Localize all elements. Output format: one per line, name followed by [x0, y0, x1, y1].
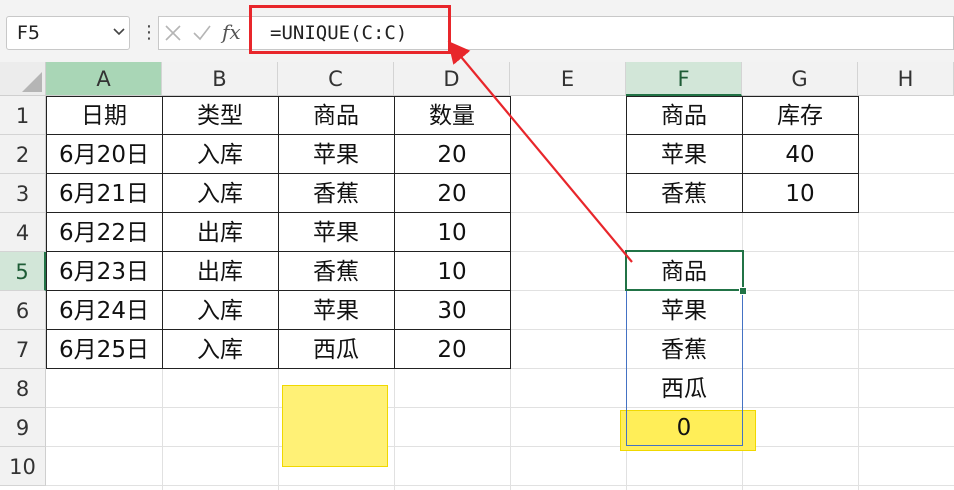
- cell-d7[interactable]: 20: [394, 330, 510, 369]
- cell-d3[interactable]: 20: [394, 174, 510, 213]
- cell-c5[interactable]: 香蕉: [278, 252, 394, 291]
- column-header-f[interactable]: F: [626, 62, 742, 96]
- column-header-g[interactable]: G: [742, 62, 858, 96]
- yellow-highlight-cell: [282, 385, 388, 467]
- cell-d6[interactable]: 30: [394, 291, 510, 330]
- cell-c1[interactable]: 商品: [278, 96, 394, 135]
- cell-a2[interactable]: 6月20日: [46, 135, 162, 174]
- cell-b2[interactable]: 入库: [162, 135, 278, 174]
- cell-a5[interactable]: 6月23日: [46, 252, 162, 291]
- row-header-2[interactable]: 2: [0, 135, 46, 174]
- cell-g3[interactable]: 10: [742, 174, 858, 213]
- cell-c2[interactable]: 苹果: [278, 135, 394, 174]
- cell-f5[interactable]: 商品: [626, 252, 742, 291]
- cell-a1[interactable]: 日期: [46, 96, 162, 135]
- chevron-down-icon[interactable]: [111, 24, 127, 40]
- insert-function-icon[interactable]: fx: [222, 20, 241, 44]
- row-header-5[interactable]: 5: [0, 252, 46, 291]
- cell-c3[interactable]: 香蕉: [278, 174, 394, 213]
- row-header-8[interactable]: 8: [0, 369, 46, 408]
- cell-b6[interactable]: 入库: [162, 291, 278, 330]
- row-header-1[interactable]: 1: [0, 96, 46, 135]
- column-header-c[interactable]: C: [278, 62, 394, 96]
- column-header-d[interactable]: D: [394, 62, 510, 96]
- formula-highlight-box: [249, 5, 451, 54]
- cell-d4[interactable]: 10: [394, 213, 510, 252]
- row-header-7[interactable]: 7: [0, 330, 46, 369]
- cell-d1[interactable]: 数量: [394, 96, 510, 135]
- cell-c7[interactable]: 西瓜: [278, 330, 394, 369]
- cell-a4[interactable]: 6月22日: [46, 213, 162, 252]
- cell-f8[interactable]: 西瓜: [626, 369, 742, 408]
- cell-b7[interactable]: 入库: [162, 330, 278, 369]
- cell-f3[interactable]: 香蕉: [626, 174, 742, 213]
- row-header-3[interactable]: 3: [0, 174, 46, 213]
- cell-b1[interactable]: 类型: [162, 96, 278, 135]
- more-options-icon[interactable]: ⋮: [140, 24, 158, 42]
- column-header-h[interactable]: H: [858, 62, 954, 96]
- confirm-icon[interactable]: [192, 24, 212, 42]
- cell-b4[interactable]: 出库: [162, 213, 278, 252]
- cell-a6[interactable]: 6月24日: [46, 291, 162, 330]
- cell-c6[interactable]: 苹果: [278, 291, 394, 330]
- cell-d2[interactable]: 20: [394, 135, 510, 174]
- cancel-icon[interactable]: [164, 24, 182, 42]
- cell-c4[interactable]: 苹果: [278, 213, 394, 252]
- cell-g1[interactable]: 库存: [742, 96, 858, 135]
- cell-f1[interactable]: 商品: [626, 96, 742, 135]
- select-all-icon[interactable]: [22, 72, 42, 92]
- cell-b5[interactable]: 出库: [162, 252, 278, 291]
- column-header-b[interactable]: B: [162, 62, 278, 96]
- cell-f2[interactable]: 苹果: [626, 135, 742, 174]
- cell-a7[interactable]: 6月25日: [46, 330, 162, 369]
- row-header-10[interactable]: 10: [0, 447, 46, 486]
- cell-a3[interactable]: 6月21日: [46, 174, 162, 213]
- cell-b3[interactable]: 入库: [162, 174, 278, 213]
- row-header-6[interactable]: 6: [0, 291, 46, 330]
- cell-f9[interactable]: 0: [626, 408, 742, 447]
- cell-d5[interactable]: 10: [394, 252, 510, 291]
- cell-f6[interactable]: 苹果: [626, 291, 742, 330]
- column-header-e[interactable]: E: [510, 62, 626, 96]
- cell-g2[interactable]: 40: [742, 135, 858, 174]
- gridline: [46, 407, 954, 408]
- gridline: [46, 485, 954, 486]
- gridline: [46, 446, 954, 447]
- column-header-a[interactable]: A: [46, 62, 162, 96]
- row-header-4[interactable]: 4: [0, 213, 46, 252]
- cell-f7[interactable]: 香蕉: [626, 330, 742, 369]
- row-header-9[interactable]: 9: [0, 408, 46, 447]
